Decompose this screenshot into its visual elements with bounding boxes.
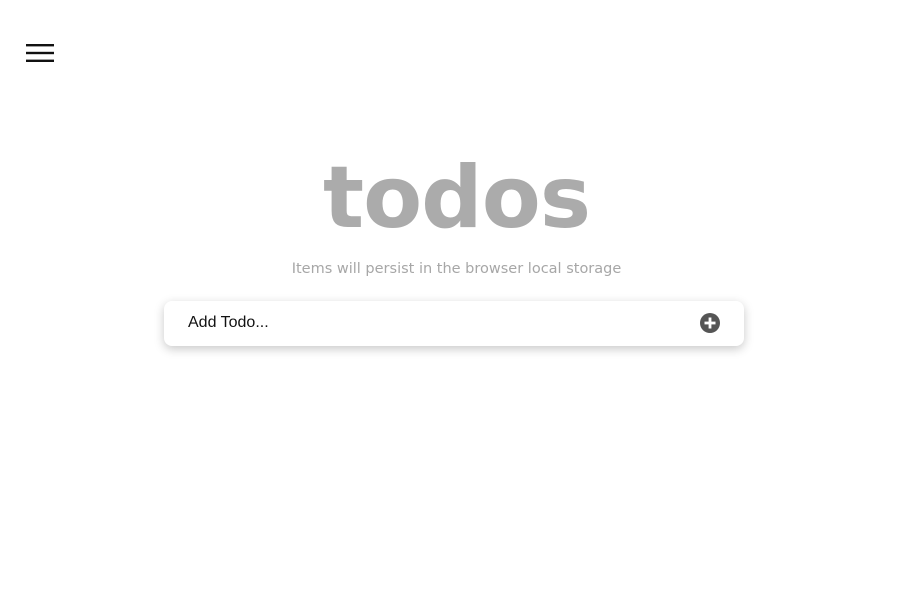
menu-button[interactable] [24,40,56,66]
hamburger-menu-icon [26,44,54,62]
add-todo-card [164,301,744,346]
page-title: todos [322,148,591,248]
page-subtitle: Items will persist in the browser local … [291,261,622,277]
add-todo-button[interactable] [699,312,721,334]
add-todo-input[interactable] [176,307,676,339]
todo-app: todos Items will persist in the browser … [0,0,913,612]
plus-circle-icon [700,313,720,333]
